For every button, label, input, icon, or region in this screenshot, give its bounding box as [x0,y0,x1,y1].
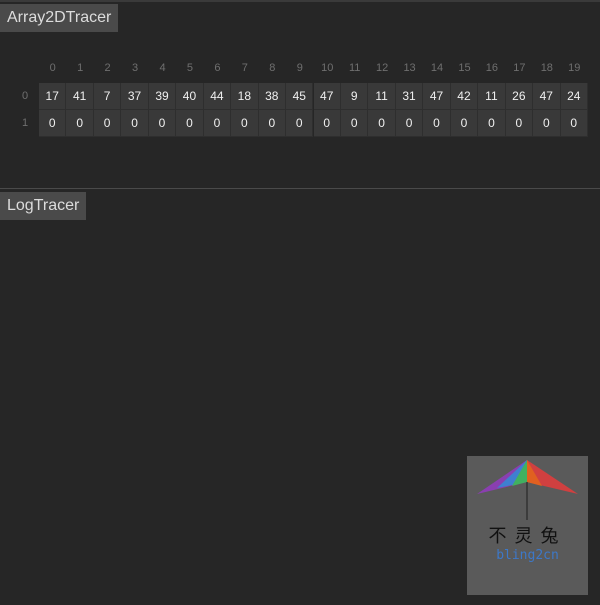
array-cell: 0 [39,110,67,137]
array-cell: 7 [93,83,122,110]
array-cell: 38 [258,83,287,110]
watermark-chars: 不灵兔 [488,526,567,547]
column-index: 15 [458,62,471,74]
array-cell: 0 [533,110,561,137]
array-cell: 0 [258,110,287,137]
array-cell: 0 [313,110,341,137]
column-index: 0 [49,62,56,74]
column-index: 17 [513,62,526,74]
array-cell: 0 [231,110,259,137]
array-cell: 37 [121,83,149,110]
row-index: 1 [21,117,29,129]
array-cell: 31 [395,83,424,110]
column-index: 13 [403,62,416,74]
column-index: 9 [296,62,303,74]
column-index: 19 [568,62,581,74]
watermark-text: bling2cn [496,548,559,563]
array2d-tracer-panel: Array2DTracer 0 1 2 3 4 5 6 7 8 9 10 11 12 13 14 15 16 17… [0,0,600,188]
column-index: 5 [186,62,194,74]
array-cell: 47 [533,83,561,110]
watermark-logo: 不灵兔 bling2cn [467,456,588,595]
array-cell: 0 [450,110,479,137]
array-cell: 0 [395,110,424,137]
array-cell: 0 [286,110,314,137]
array-cell: 41 [66,83,94,110]
array-cell: 0 [423,110,451,137]
column-index: 6 [214,62,221,74]
column-index: 14 [430,62,444,74]
array-cell: 0 [340,110,369,137]
array-cell: 9 [340,83,369,110]
column-index: 18 [540,62,553,74]
array-cell: 44 [203,83,232,110]
column-index: 10 [321,62,334,74]
column-index: 8 [269,62,276,74]
array-cell: 18 [231,83,259,110]
array-cell: 24 [560,83,588,110]
array-cell: 47 [313,83,341,110]
array-cell: 0 [505,110,534,137]
array-cell: 0 [66,110,94,137]
array-cell: 0 [368,110,396,137]
array2d-tracer-title: Array2DTracer [0,4,119,32]
array-cell: 0 [203,110,232,137]
array-cell: 39 [148,83,177,110]
array-cell: 0 [560,110,588,137]
row-index: 0 [21,90,29,102]
array-cell: 11 [368,83,396,110]
array-cell: 0 [176,110,204,137]
log-tracer-title: LogTracer [0,192,87,220]
column-index: 16 [485,62,499,74]
array-cell: 45 [286,83,314,110]
column-index: 12 [375,62,389,74]
array-cell: 0 [93,110,122,137]
column-index: 11 [348,62,361,74]
kite-icon [477,460,578,520]
column-index: 7 [241,62,248,74]
column-index: 2 [104,62,111,74]
array-cell: 47 [423,83,451,110]
array-cell: 0 [478,110,506,137]
array-cell: 42 [450,83,479,110]
array-cell: 11 [478,83,506,110]
array-cell: 26 [505,83,534,110]
array-cell: 0 [121,110,149,137]
column-index: 4 [159,62,166,74]
array-cell: 40 [176,83,204,110]
column-index: 3 [132,62,139,74]
array-cell: 0 [148,110,177,137]
array-cell: 17 [39,83,67,110]
column-index: 1 [77,62,84,74]
